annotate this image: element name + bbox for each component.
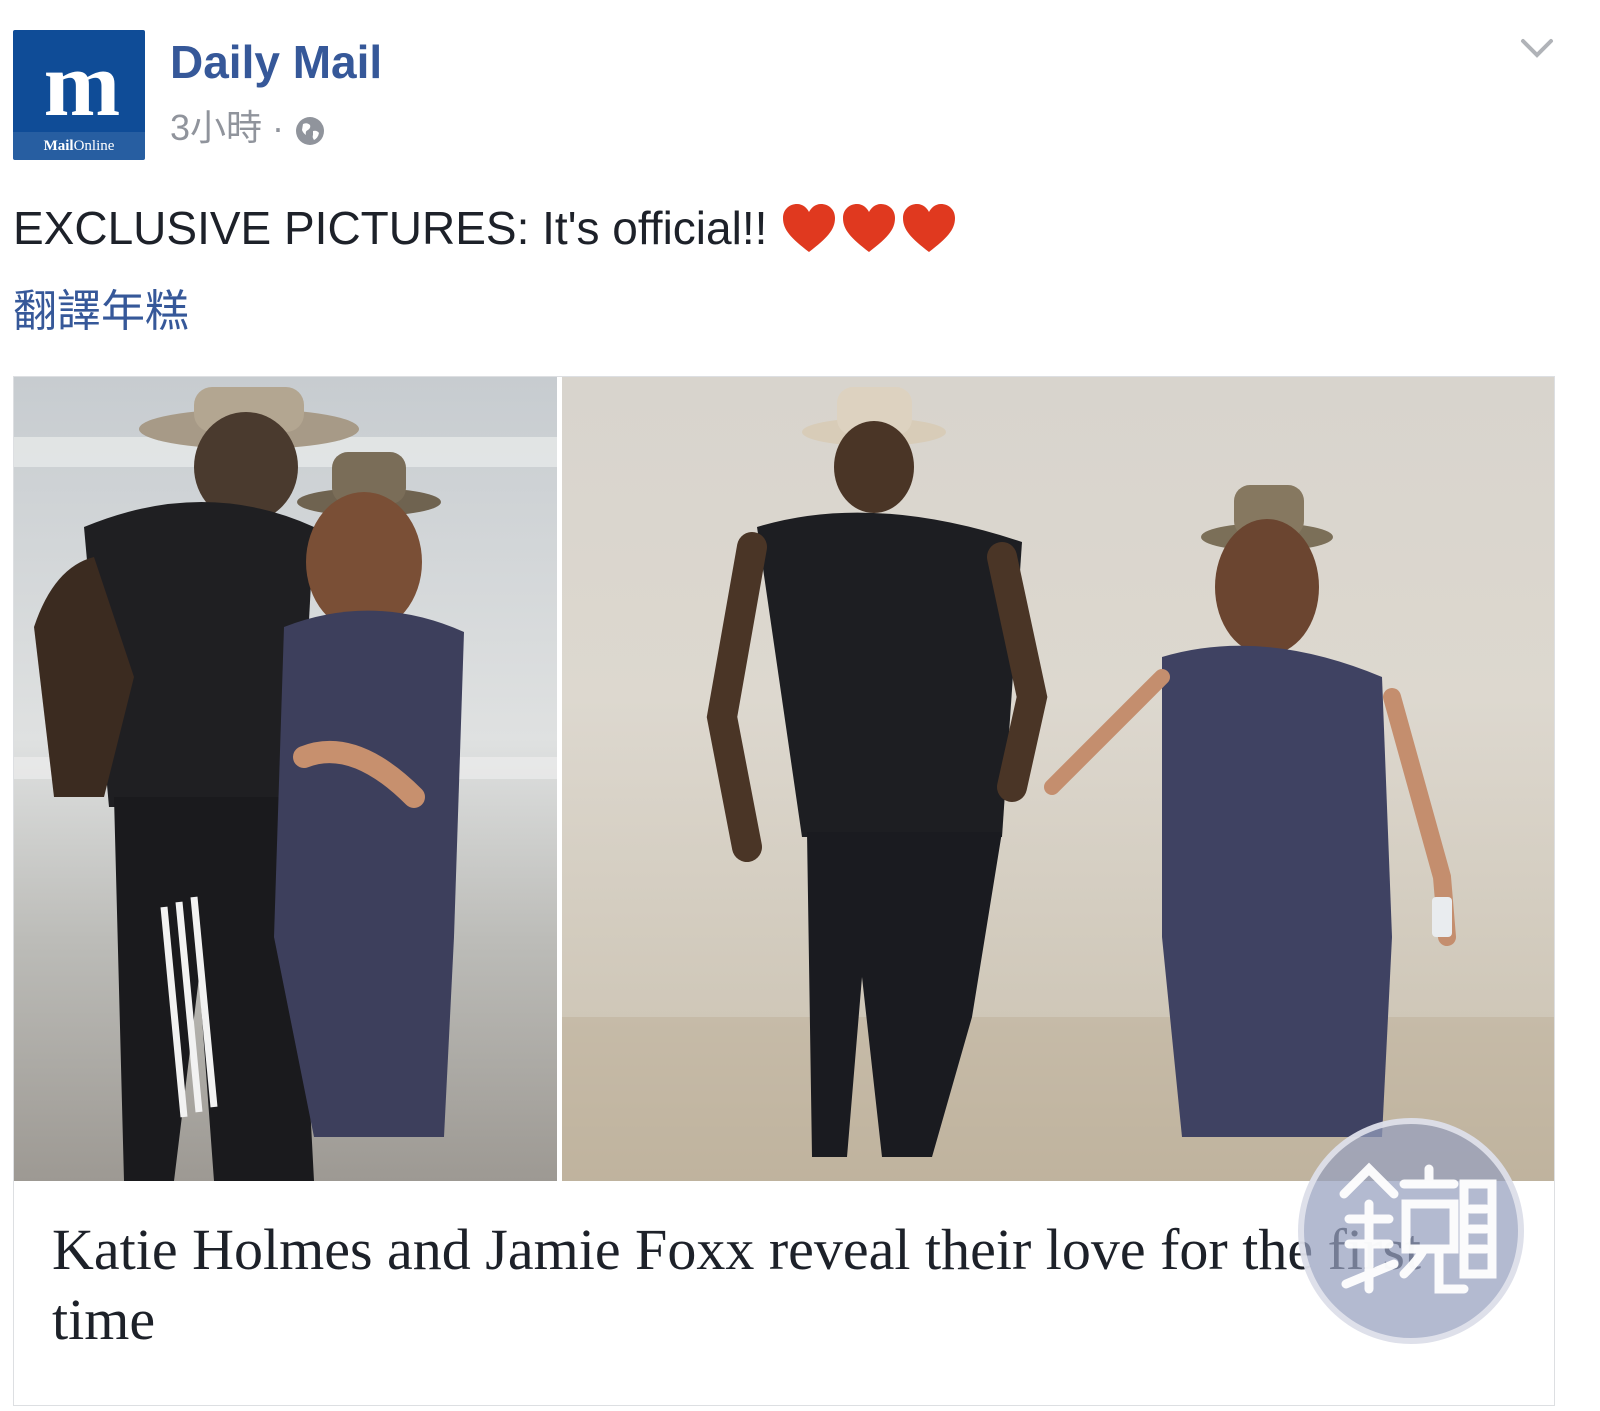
see-translation-link[interactable]: 翻譯年糕 bbox=[13, 284, 189, 340]
meta-separator: · bbox=[272, 107, 285, 148]
heart-icon bbox=[901, 202, 957, 254]
mirror-weekly-watermark-icon bbox=[1298, 1118, 1524, 1344]
link-headline[interactable]: Katie Holmes and Jamie Foxx reveal their… bbox=[52, 1215, 1512, 1355]
avatar-mark: m bbox=[43, 33, 121, 135]
heart-icon bbox=[841, 202, 897, 254]
post-timestamp[interactable]: 3小時 bbox=[170, 106, 262, 150]
chevron-down-icon[interactable] bbox=[1520, 38, 1554, 60]
avatar-brand: MailOnline bbox=[13, 132, 145, 160]
post-meta: 3小時 · bbox=[170, 106, 326, 150]
photo-couple-beach-closeup[interactable] bbox=[14, 377, 557, 1181]
page-avatar[interactable]: m MailOnline bbox=[13, 30, 145, 160]
post-message: EXCLUSIVE PICTURES: It's official!! bbox=[13, 196, 957, 260]
page-name-link[interactable]: Daily Mail bbox=[170, 36, 382, 88]
heart-icon bbox=[781, 202, 837, 254]
globe-icon[interactable] bbox=[294, 113, 326, 145]
photo-couple-walking-beach[interactable] bbox=[562, 377, 1554, 1181]
post-message-text: EXCLUSIVE PICTURES: It's official!! bbox=[13, 202, 768, 254]
emoji-group bbox=[781, 202, 957, 254]
link-preview-images[interactable] bbox=[14, 377, 1554, 1181]
facebook-post: m MailOnline Daily Mail 3小時 · EXCLUSIVE … bbox=[0, 0, 1600, 1411]
